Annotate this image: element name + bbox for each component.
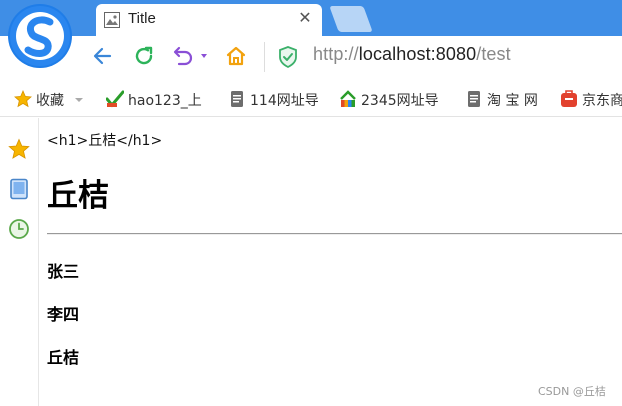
page-favicon-icon [104, 12, 120, 28]
page-heading: 丘桔 [47, 178, 109, 214]
jd-icon [561, 90, 577, 107]
browser-logo[interactable] [8, 4, 72, 68]
hao123-icon [106, 90, 124, 108]
new-tab-button[interactable] [329, 6, 373, 32]
browser-tab[interactable]: Title ✕ [96, 4, 322, 36]
tab-title: Title [128, 10, 156, 27]
name-heading: 张三 [47, 262, 80, 281]
bookmark-favorites[interactable]: 收藏 [14, 90, 84, 110]
address-bar[interactable]: http://localhost:8080/test [313, 44, 511, 65]
bookmark-taobao[interactable]: 淘 宝 网 [465, 90, 538, 110]
page-icon [468, 91, 480, 107]
page-icon [231, 91, 243, 107]
star-icon [14, 90, 32, 108]
home-icon[interactable] [224, 44, 248, 68]
raw-html-text: <h1>丘桔</h1> [47, 133, 163, 149]
tab-bar: Title ✕ [0, 0, 622, 36]
bookmark-hao123[interactable]: hao123_上 [106, 90, 202, 110]
back-arrow-icon[interactable] [91, 44, 115, 68]
bookmark-jd[interactable]: 京东商 [560, 90, 622, 110]
browser-chrome: Title ✕ http://localhost:8080/test 收藏 ha… [0, 0, 622, 118]
2345-icon [340, 90, 356, 107]
bookmarks-bar: 收藏 hao123_上 114网址导 2345网址导 淘 宝 网 京东商 [0, 84, 622, 117]
horizontal-rule [47, 233, 622, 235]
url-scheme: http:// [313, 44, 359, 64]
bookmark-2345[interactable]: 2345网址导 [339, 90, 439, 110]
navigation-bar: http://localhost:8080/test [0, 36, 622, 78]
chevron-down-icon[interactable] [74, 95, 84, 105]
url-path: /test [476, 44, 511, 64]
url-host: localhost:8080 [358, 44, 477, 64]
csdn-watermark: CSDN @丘桔 [538, 385, 606, 398]
tablet-icon[interactable] [8, 178, 30, 200]
sogou-logo-icon [10, 6, 70, 66]
toolbar-separator [264, 42, 265, 72]
undo-close-tab-icon[interactable] [170, 44, 210, 68]
bookmark-114[interactable]: 114网址导 [228, 90, 319, 110]
page-content: <h1>丘桔</h1> 丘桔 张三 李四 丘桔 [47, 118, 622, 406]
name-heading: 丘桔 [47, 348, 80, 367]
favorites-star-icon[interactable] [8, 138, 30, 160]
security-shield-icon[interactable] [278, 46, 298, 68]
sidebar [0, 118, 39, 406]
name-heading: 李四 [47, 305, 80, 324]
history-clock-icon[interactable] [8, 218, 30, 240]
tab-close-icon[interactable]: ✕ [296, 9, 314, 27]
refresh-icon[interactable] [132, 44, 156, 68]
